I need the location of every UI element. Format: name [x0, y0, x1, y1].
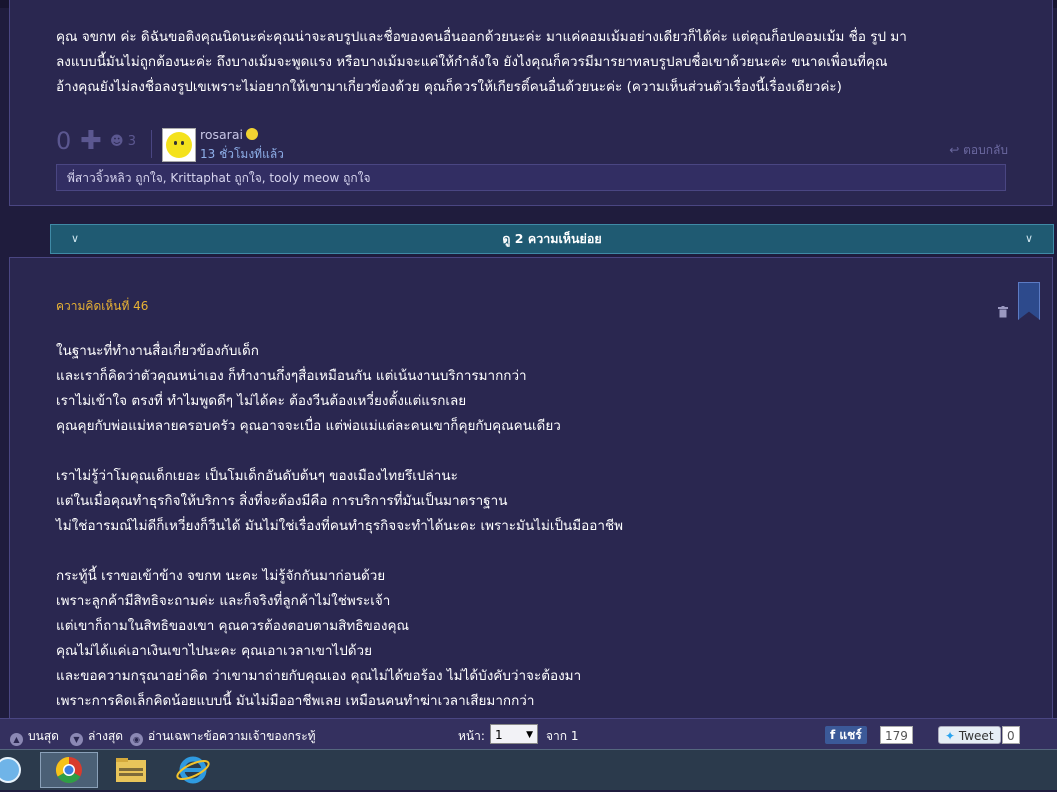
chrome-icon — [55, 756, 82, 784]
comment-body: ในฐานะที่ทำงานสื่อเกี่ยวข้องกับเด็ก และเ… — [56, 339, 623, 714]
reply-line: คุณ จขกท ค่ะ ดิฉันขอติงคุณนิดนะค่ะคุณน่า… — [56, 29, 907, 45]
comment-line: ไม่ใช่อารมณ์ไม่ดีก็เหวี่ยงก็วีนได้ มันไม… — [56, 518, 624, 534]
share-count: 179 — [880, 726, 913, 744]
chevron-down-icon: ▼ — [526, 730, 533, 740]
comment-line: และเราก็คิดว่าตัวคุณหน่าเอง ก็ทำงานกึ่งๆ… — [56, 368, 527, 384]
reply-button[interactable]: ↩ ตอบกลับ — [949, 141, 1008, 160]
avatar[interactable] — [162, 128, 196, 162]
arrow-up-icon: ▲ — [10, 733, 23, 746]
comment-line: แต่เขาก็ถามในสิทธิของเขา คุณควรต้องตอบตา… — [56, 618, 409, 634]
comment-line: เราไม่รู้ว่าโมคุณเด็กเยอะ เป็นโมเด็กอันด… — [56, 468, 458, 484]
reply-count: ☻ 3 — [110, 134, 136, 149]
likes-bar[interactable]: พี่สาวจิ้วหลิว ถูกใจ, Krittaphat ถูกใจ, … — [56, 164, 1006, 191]
tweet-count: 0 — [1002, 726, 1020, 744]
reply-line: ลงแบบนี้มันไม่ถูกต้องนะค่ะ ถึงบางเม้มจะพ… — [56, 54, 888, 70]
internet-explorer-icon — [176, 756, 210, 784]
comment-line: เพราะการคิดเล็กคิดน้อยแบบนี้ มันไม่มืออา… — [56, 693, 535, 709]
emoticon-icon: ☻ — [110, 134, 124, 149]
comment-line: เราไม่เข้าใจ ตรงที่ ทำไมพูดดีๆ ไม่ได้คะ … — [56, 393, 467, 409]
arrow-down-icon: ▼ — [70, 733, 83, 746]
comment-number: ความคิดเห็นที่ 46 — [56, 299, 149, 313]
divider — [151, 130, 152, 158]
taskbar-app-chrome[interactable] — [40, 752, 98, 788]
expand-subcomments-button[interactable]: ∨ ดู 2 ความเห็นย่อย ∨ — [50, 224, 1054, 254]
comment-line: แต่ในเมื่อคุณทำธุรกิจให้บริการ สิ่งที่จะ… — [56, 493, 508, 509]
reply-arrow-icon: ↩ — [949, 143, 960, 157]
chevron-down-icon: ∨ — [1024, 232, 1033, 245]
reply-body: คุณ จขกท ค่ะ ดิฉันขอติงคุณนิดนะค่ะคุณน่า… — [56, 25, 907, 100]
folder-icon — [116, 758, 146, 782]
scroll-top-button[interactable]: ▲ บนสุด — [10, 727, 59, 746]
os-taskbar — [0, 749, 1057, 790]
vote-widget: 0 ✚ — [56, 126, 102, 156]
bottom-toolbar: ▲ บนสุด ▼ ล่างสุด ◉ อ่านเฉพาะข้อความเจ้าของ… — [0, 718, 1057, 750]
comment-line: คุณคุยกับพ่อแม่หลายครอบครัว คุณอาจจะเบื่… — [56, 418, 561, 434]
reply-line: อ้างคุณยังไม่ลงชื่อลงรูปเขเพราะไม่อยากให… — [56, 79, 842, 95]
smiley-icon — [166, 132, 192, 158]
filter-icon: ◉ — [130, 733, 143, 746]
taskbar-app-explorer[interactable] — [102, 752, 160, 788]
comment-line: เพราะลูกค้ามีสิทธิจะถามค่ะ และก็จริงที่ล… — [56, 593, 391, 609]
owner-only-button[interactable]: ◉ อ่านเฉพาะข้อความเจ้าของกระทู้ — [130, 727, 316, 746]
page-select[interactable]: 1 ▼ — [490, 724, 538, 744]
facebook-share-button[interactable]: f แชร์ — [825, 726, 867, 744]
comment-line: กระทู้นี้ เราขอเข้าข้าง จขกท นะคะ ไม่รู้… — [56, 568, 386, 584]
tweet-button[interactable]: ✦ Tweet — [938, 726, 1001, 744]
reply-card: คุณ จขกท ค่ะ ดิฉันขอติงคุณนิดนะค่ะคุณน่า… — [9, 0, 1053, 206]
comment-line: ในฐานะที่ทำงานสื่อเกี่ยวข้องกับเด็ก — [56, 343, 259, 359]
vote-score: 0 — [56, 127, 72, 155]
trash-icon[interactable] — [998, 306, 1008, 318]
comment-line: คุณไม่ได้แค่เอาเงินเขาไปนะคะ คุณเอาเวลาเ… — [56, 643, 373, 659]
itunes-icon — [0, 757, 21, 783]
time-ago[interactable]: 13 ชั่วโมงที่แล้ว — [200, 145, 284, 164]
taskbar-app-itunes[interactable] — [0, 752, 36, 788]
facebook-icon: f — [830, 728, 836, 742]
twitter-icon: ✦ — [945, 729, 956, 743]
comment-card: ความคิดเห็นที่ 46 ในฐานะที่ทำงานสื่อเกี่… — [9, 257, 1053, 729]
username[interactable]: rosarai — [200, 127, 258, 142]
emoji-icon — [245, 128, 258, 140]
page-label: หน้า: — [458, 729, 485, 743]
plus-icon[interactable]: ✚ — [80, 126, 102, 156]
chevron-down-icon: ∨ — [71, 232, 80, 245]
bookmark-icon[interactable] — [1018, 282, 1040, 320]
taskbar-app-ie[interactable] — [164, 752, 222, 788]
scroll-bottom-button[interactable]: ▼ ล่างสุด — [70, 727, 123, 746]
comment-line: และขอความกรุณาอย่าคิด ว่าเขามาถ่ายกับคุณ… — [56, 668, 582, 684]
page-total: จาก 1 — [546, 729, 579, 743]
